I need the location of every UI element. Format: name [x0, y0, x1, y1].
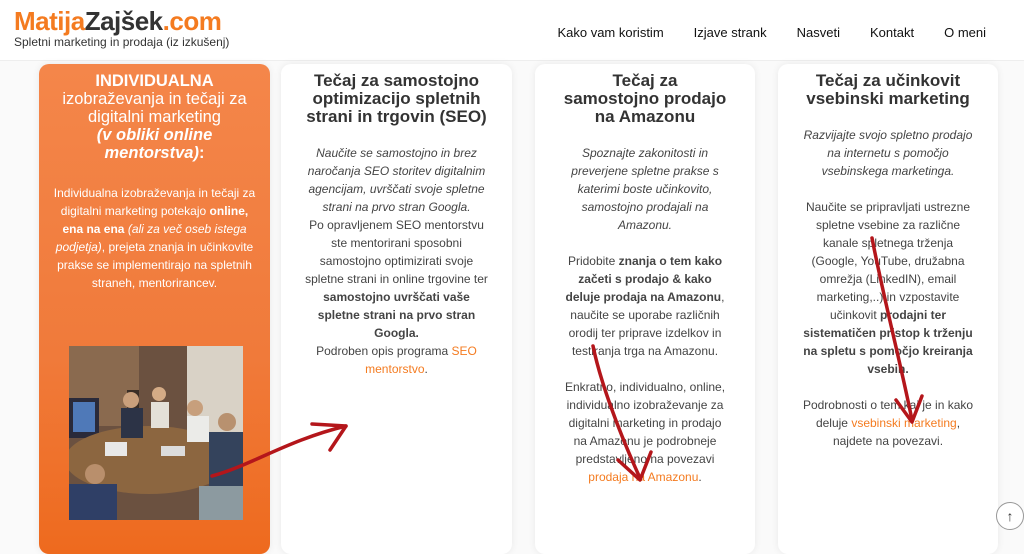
card1-title-rest: izobraževanja in tečaji za digitalni mar…: [62, 90, 247, 126]
card3-text-a: Pridobite: [567, 254, 619, 268]
card3-text-2: Enkratno, individualno, online, individu…: [563, 378, 727, 486]
nav-kako-vam-koristim[interactable]: Kako vam koristim: [557, 25, 663, 40]
card1-text: Individualna izobraževanja in tečaji za …: [53, 184, 256, 292]
card1-title-main: INDIVIDUALNA: [95, 72, 214, 90]
logo-tagline: Spletni marketing in prodaja (iz izkušen…: [14, 35, 230, 49]
card3-title: Tečaj za samostojno prodajo na Amazonu: [563, 71, 727, 126]
logo-com: .com: [162, 6, 222, 36]
card4-text-2: Podrobnosti o tem kaj je in kako deluje …: [802, 396, 974, 450]
card4-text-bold: prodajni ter sistematičen pristop k trže…: [803, 308, 973, 376]
nav-izjave-strank[interactable]: Izjave strank: [694, 25, 767, 40]
card3-intro: Spoznajte zakonitosti in preverjene sple…: [571, 146, 719, 232]
card2-text: Po opravljenem SEO mentorstvu ste mentor…: [303, 216, 490, 378]
card2-intro: Naučite se samostojno in brez naročanja …: [307, 146, 486, 214]
card2-text-a: Po opravljenem SEO mentorstvu ste mentor…: [305, 218, 488, 286]
card2-text-d: .: [424, 362, 428, 376]
card4-text: Naučite se pripravljati ustrezne spletne…: [802, 198, 974, 378]
nav-kontakt[interactable]: Kontakt: [870, 25, 914, 40]
card-amazon-course: Tečaj za samostojno prodajo na Amazonu S…: [535, 64, 755, 554]
card2-text-bold: samostojno uvrščati vaše spletne strani …: [317, 290, 476, 340]
card2-text-c: Podroben opis programa: [316, 344, 452, 358]
photo-illustration: [69, 346, 243, 520]
logo-matija: Matija: [14, 6, 85, 36]
card-content-marketing-course: Tečaj za učinkovit vsebinski marketing R…: [778, 64, 998, 554]
prodaja-na-amazonu-link[interactable]: prodaja na Amazonu: [588, 470, 698, 484]
card3-text: Pridobite znanja o tem kako začeti s pro…: [563, 252, 727, 360]
site-logo[interactable]: MatijaZajšek.com Spletni marketing in pr…: [14, 8, 229, 48]
card1-title: INDIVIDUALNA izobraževanja in tečaji za d…: [53, 72, 256, 162]
mentoring-session-photo: [69, 346, 243, 520]
card3-text-d: Enkratno, individualno, online, individu…: [564, 380, 726, 466]
card-individual-training: INDIVIDUALNA izobraževanja in tečaji za d…: [39, 64, 270, 554]
card3-text-e: .: [698, 470, 702, 484]
card2-title: Tečaj za samostojno optimizacijo spletni…: [306, 71, 487, 126]
logo-zajsek: Zajšek: [84, 6, 163, 36]
site-header: MatijaZajšek.com Spletni marketing in pr…: [0, 0, 1024, 61]
card1-title-italic: (v obliki online mentorstva): [96, 126, 213, 162]
card-seo-course: Tečaj za samostojno optimizacijo spletni…: [281, 64, 512, 554]
card1-title-colon: :: [198, 144, 205, 162]
nav-nasveti[interactable]: Nasveti: [797, 25, 840, 40]
scroll-to-top-icon[interactable]: ↑: [996, 502, 1024, 530]
vsebinski-marketing-link[interactable]: vsebinski marketing: [851, 416, 956, 430]
card4-text-a: Naučite se pripravljati ustrezne spletne…: [805, 200, 971, 322]
card4-intro: Razvijajte svojo spletno prodajo na inte…: [803, 128, 973, 178]
main-nav: Kako vam koristim Izjave strank Nasveti …: [557, 25, 986, 40]
nav-o-meni[interactable]: O meni: [944, 25, 986, 40]
card4-title: Tečaj za učinkovit vsebinski marketing: [806, 71, 970, 108]
